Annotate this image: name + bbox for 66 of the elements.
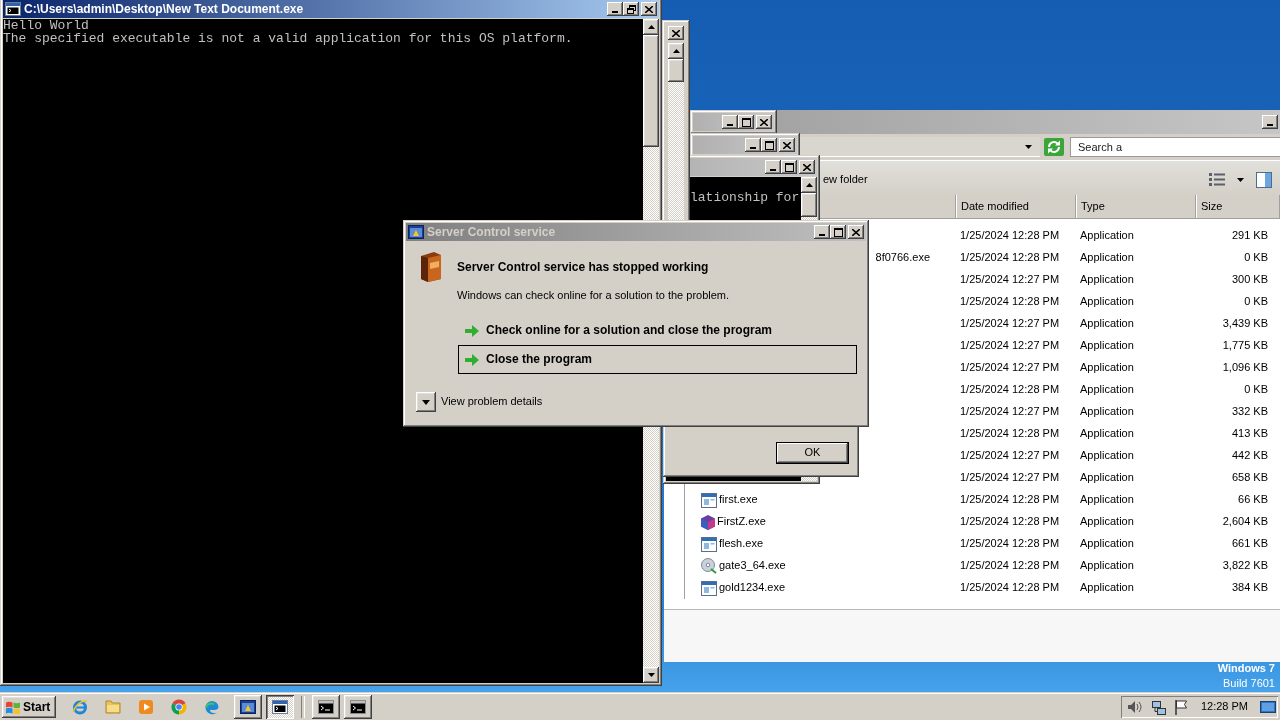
date-modified: 1/25/2024 12:28 PM [960, 515, 1060, 529]
file-name: gold1234.exe [719, 581, 786, 595]
file-type: Application [1080, 383, 1134, 397]
date-modified: 1/25/2024 12:28 PM [960, 581, 1060, 595]
file-size: 442 KB [1231, 449, 1268, 463]
console-line: Hello World [3, 19, 90, 32]
date-modified: 1/25/2024 12:28 PM [960, 251, 1060, 265]
file-type: Application [1080, 229, 1134, 243]
date-modified: 1/25/2024 12:27 PM [960, 405, 1060, 419]
file-size: 2,604 KB [1222, 515, 1268, 529]
date-modified: 1/25/2024 12:27 PM [960, 471, 1060, 485]
file-type: Application [1080, 471, 1134, 485]
file-size: 66 KB [1238, 493, 1268, 507]
file-size: 3,439 KB [1222, 317, 1268, 331]
os-version-text: Windows 7 [1217, 661, 1275, 676]
date-modified: 1/25/2024 12:28 PM [960, 493, 1060, 507]
file-size: 0 KB [1244, 251, 1268, 265]
file-type: Application [1080, 295, 1134, 309]
file-type: Application [1080, 537, 1134, 551]
os-version-text: Build 7601 [1222, 676, 1275, 691]
dialog-heading: Server Control service has stopped working [457, 259, 709, 275]
window-title: C:\Users\admin\Desktop\New Text Document.exe [24, 1, 304, 17]
date-modified: 1/25/2024 12:27 PM [960, 449, 1060, 463]
console-line: The specified executable is not a valid application for this OS platform. [3, 32, 574, 45]
file-size: 413 KB [1231, 427, 1268, 441]
file-name: flesh.exe [719, 537, 764, 551]
file-type: Application [1080, 361, 1134, 375]
console-line: lationship for [690, 191, 801, 204]
date-modified: 1/25/2024 12:28 PM [960, 383, 1060, 397]
file-type: Application [1080, 339, 1134, 353]
file-type: Application [1080, 317, 1134, 331]
file-size: 291 KB [1231, 229, 1268, 243]
date-modified: 1/25/2024 12:27 PM [960, 361, 1060, 375]
file-size: 1,096 KB [1222, 361, 1268, 375]
file-type: Application [1080, 559, 1134, 573]
file-name: gate3_64.exe [719, 559, 786, 573]
date-modified: 1/25/2024 12:27 PM [960, 317, 1060, 331]
file-type: Application [1080, 427, 1134, 441]
file-type: Application [1080, 251, 1134, 265]
file-type: Application [1080, 581, 1134, 595]
file-size: 0 KB [1244, 295, 1268, 309]
date-modified: 1/25/2024 12:28 PM [960, 427, 1060, 441]
file-name: 8f0766.exe [875, 251, 930, 265]
date-modified: 1/25/2024 12:28 PM [960, 559, 1060, 573]
file-name: FirstZ.exe [717, 515, 766, 529]
file-size: 384 KB [1231, 581, 1268, 595]
date-modified: 1/25/2024 12:28 PM [960, 229, 1060, 243]
file-type: Application [1080, 405, 1134, 419]
file-size: 332 KB [1231, 405, 1268, 419]
file-size: 0 KB [1244, 383, 1268, 397]
file-size: 300 KB [1231, 273, 1268, 287]
file-size: 1,775 KB [1222, 339, 1268, 353]
file-size: 658 KB [1231, 471, 1268, 485]
date-modified: 1/25/2024 12:28 PM [960, 295, 1060, 309]
file-type: Application [1080, 493, 1134, 507]
file-size: 3,822 KB [1222, 559, 1268, 573]
date-modified: 1/25/2024 12:28 PM [960, 537, 1060, 551]
dialog-message: Windows can check online for a solution to the problem. [457, 288, 731, 302]
date-modified: 1/25/2024 12:27 PM [960, 339, 1060, 353]
date-modified: 1/25/2024 12:27 PM [960, 273, 1060, 287]
file-type: Application [1080, 449, 1134, 463]
file-name: first.exe [719, 493, 758, 507]
file-size: 661 KB [1231, 537, 1268, 551]
file-type: Application [1080, 273, 1134, 287]
window-title: Server Control service [427, 224, 556, 240]
file-type: Application [1080, 515, 1134, 529]
